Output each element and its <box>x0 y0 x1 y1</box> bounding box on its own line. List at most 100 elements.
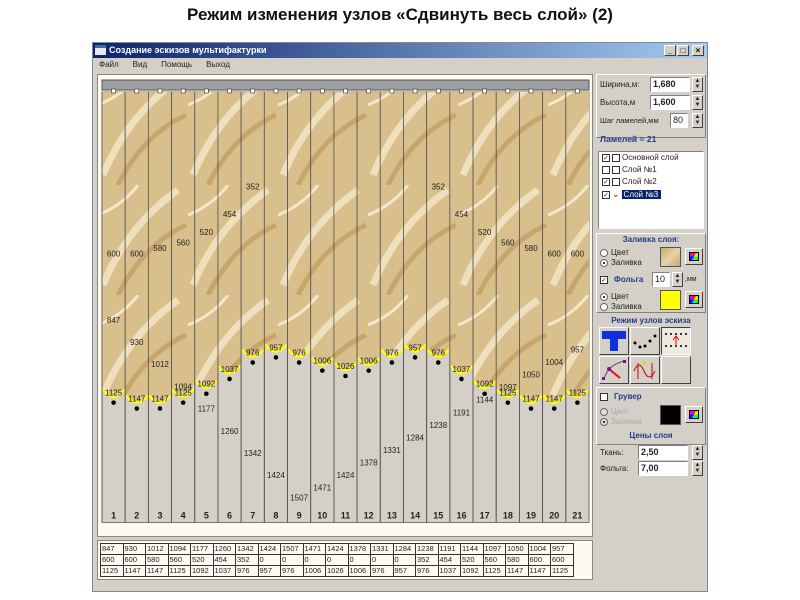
foil-texture-radio[interactable]: Заливка <box>600 302 642 311</box>
fabric-price-spinner[interactable]: ▲ ▼ <box>692 445 703 460</box>
table-cell[interactable]: 976 <box>370 565 394 577</box>
table-cell[interactable]: 600 <box>527 554 551 566</box>
table-cell[interactable]: 1147 <box>527 565 551 577</box>
gruver-color-radio[interactable]: Цвет <box>600 407 629 416</box>
table-cell[interactable]: 454 <box>437 554 461 566</box>
foil-price-spinner[interactable]: ▲ ▼ <box>692 461 703 476</box>
layers-list[interactable]: ✓ Основной слой Слой №1 ✓ Слой №2 ✓ ⌄ Слой №… <box>598 151 704 229</box>
table-cell[interactable]: 580 <box>145 554 169 566</box>
menu-file[interactable]: Файл <box>99 60 119 69</box>
table-cell[interactable]: 1260 <box>212 543 236 555</box>
menu-view[interactable]: Вид <box>133 60 147 69</box>
menu-help[interactable]: Помощь <box>161 60 192 69</box>
table-cell[interactable]: 847 <box>100 543 124 555</box>
visibility-checkbox[interactable]: ✓ <box>602 153 610 162</box>
table-cell[interactable]: 0 <box>257 554 281 566</box>
height-spinner[interactable]: ▲ ▼ <box>692 95 703 110</box>
layer-item[interactable]: Слой №1 <box>599 164 703 176</box>
table-cell[interactable]: 1012 <box>145 543 169 555</box>
gruver-color-swatch[interactable] <box>660 405 681 425</box>
nodes-curve-tool-button[interactable] <box>630 327 660 355</box>
table-cell[interactable]: 930 <box>122 543 146 555</box>
table-cell[interactable]: 520 <box>460 554 484 566</box>
table-cell[interactable]: 600 <box>550 554 574 566</box>
height-input[interactable]: 1,600 <box>650 95 690 110</box>
close-button[interactable]: × <box>692 45 704 56</box>
table-cell[interactable]: 560 <box>167 554 191 566</box>
table-cell[interactable]: 0 <box>302 554 326 566</box>
step-input[interactable]: 80 <box>670 113 688 128</box>
table-cell[interactable]: 520 <box>190 554 214 566</box>
table-cell[interactable]: 1191 <box>437 543 461 555</box>
foil-color-swatch[interactable] <box>660 290 681 310</box>
table-cell[interactable]: 976 <box>415 565 439 577</box>
table-cell[interactable]: 1125 <box>550 565 574 577</box>
table-cell[interactable]: 1026 <box>325 565 349 577</box>
table-cell[interactable]: 957 <box>257 565 281 577</box>
table-cell[interactable]: 352 <box>415 554 439 566</box>
width-input[interactable]: 1,680 <box>650 77 690 92</box>
table-cell[interactable]: 560 <box>482 554 506 566</box>
layer-item[interactable]: ✓ Основной слой <box>599 152 703 164</box>
shift-layer-tool-button[interactable] <box>661 327 691 355</box>
move-nodes-tool-button[interactable] <box>630 356 660 384</box>
foil-palette-button[interactable] <box>685 291 703 308</box>
table-cell[interactable]: 1424 <box>257 543 281 555</box>
table-cell[interactable]: 0 <box>370 554 394 566</box>
table-cell[interactable]: 1238 <box>415 543 439 555</box>
visibility-checkbox[interactable]: ✓ <box>602 190 610 199</box>
layer-item-selected[interactable]: ✓ ⌄ Слой №3 <box>599 188 703 200</box>
gruver-texture-radio[interactable]: Заливка <box>600 417 642 426</box>
table-cell[interactable]: 0 <box>325 554 349 566</box>
fill-tool-button[interactable] <box>599 327 629 355</box>
step-spinner[interactable]: ▲ ▼ <box>692 113 703 128</box>
table-cell[interactable]: 1125 <box>167 565 191 577</box>
table-cell[interactable]: 1006 <box>302 565 326 577</box>
table-cell[interactable]: 1037 <box>212 565 236 577</box>
table-cell[interactable]: 0 <box>280 554 304 566</box>
table-cell[interactable]: 1092 <box>460 565 484 577</box>
table-cell[interactable]: 1284 <box>392 543 416 555</box>
table-cell[interactable]: 1092 <box>190 565 214 577</box>
table-cell[interactable]: 600 <box>122 554 146 566</box>
layer-item[interactable]: ✓ Слой №2 <box>599 176 703 188</box>
bezier-tool-button[interactable] <box>599 356 629 384</box>
table-cell[interactable]: 1147 <box>145 565 169 577</box>
foil-color-radio[interactable]: Цвет <box>600 292 629 301</box>
foil-width-input[interactable]: 10 <box>652 272 670 287</box>
table-cell[interactable]: 1424 <box>325 543 349 555</box>
fill-color-radio[interactable]: Цвет <box>600 248 629 257</box>
sketch-canvas[interactable]: 1125 847 600 1 1147 930 600 2 1147 1012 580 3 1125 10… <box>97 74 593 537</box>
gruver-palette-button[interactable] <box>685 406 703 423</box>
table-cell[interactable]: 976 <box>280 565 304 577</box>
table-cell[interactable]: 1177 <box>190 543 214 555</box>
visibility-checkbox[interactable] <box>602 165 610 174</box>
table-cell[interactable]: 1147 <box>122 565 146 577</box>
foil-width-spinner[interactable]: ▲ ▼ <box>672 272 683 287</box>
table-cell[interactable]: 1144 <box>460 543 484 555</box>
table-cell[interactable]: 0 <box>347 554 371 566</box>
table-cell[interactable]: 454 <box>212 554 236 566</box>
table-cell[interactable]: 1125 <box>100 565 124 577</box>
width-spinner[interactable]: ▲ ▼ <box>692 77 703 92</box>
visibility-checkbox[interactable]: ✓ <box>602 177 610 186</box>
sketch-svg[interactable]: 1125847600111479306002114710125803112510… <box>98 75 592 536</box>
fill-palette-button[interactable] <box>685 248 703 265</box>
table-cell[interactable]: 1037 <box>437 565 461 577</box>
title-bar[interactable]: Создание эскизов мультифактурки _ □ × <box>93 43 707 58</box>
table-cell[interactable]: 1097 <box>482 543 506 555</box>
table-cell[interactable]: 1342 <box>235 543 259 555</box>
table-cell[interactable]: 1125 <box>482 565 506 577</box>
table-cell[interactable]: 1378 <box>347 543 371 555</box>
table-cell[interactable]: 957 <box>392 565 416 577</box>
table-cell[interactable]: 1004 <box>527 543 551 555</box>
table-cell[interactable]: 1471 <box>302 543 326 555</box>
table-cell[interactable]: 1507 <box>280 543 304 555</box>
table-cell[interactable]: 0 <box>392 554 416 566</box>
menu-exit[interactable]: Выход <box>206 60 230 69</box>
gruver-checkbox[interactable]: Грувер <box>600 392 642 401</box>
foil-price-input[interactable]: 7,00 <box>638 461 688 476</box>
table-cell[interactable]: 1094 <box>167 543 191 555</box>
table-cell[interactable]: 976 <box>235 565 259 577</box>
empty-tool-button[interactable] <box>661 356 691 384</box>
